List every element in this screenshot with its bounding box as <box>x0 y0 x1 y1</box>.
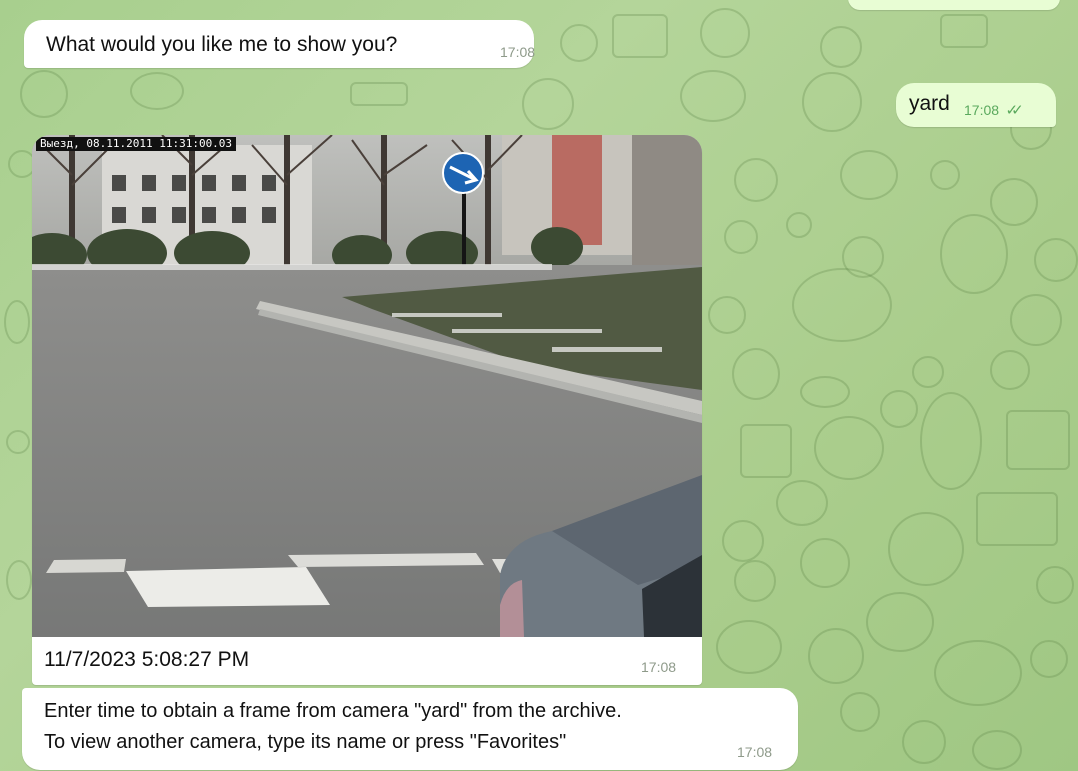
pattern-doodle <box>130 72 184 110</box>
message-time: 17:08 <box>641 659 677 675</box>
pattern-doodle <box>880 390 918 428</box>
pattern-doodle <box>902 720 946 764</box>
pattern-doodle <box>912 356 944 388</box>
pattern-doodle <box>708 296 746 334</box>
pattern-doodle <box>700 8 750 58</box>
message-text: Enter time to obtain a frame from camera… <box>44 696 622 758</box>
message-archive-instructions[interactable]: Enter time to obtain a frame from camera… <box>22 688 798 770</box>
camera-timestamp-overlay: Выезд, 08.11.2011 11:31:00.03 <box>36 137 237 151</box>
message-time: 17:08 <box>500 44 536 60</box>
pattern-doodle <box>722 520 764 562</box>
pattern-doodle <box>802 72 862 132</box>
pattern-doodle <box>20 70 68 118</box>
message-photo[interactable]: Выезд, 08.11.2011 11:31:00.03 11/7/2023 … <box>32 135 702 685</box>
pattern-doodle <box>522 78 574 130</box>
pattern-doodle <box>940 214 1008 294</box>
message-line: Enter time to obtain a frame from camera… <box>44 700 622 722</box>
pattern-doodle <box>866 592 934 652</box>
pattern-doodle <box>1036 566 1074 604</box>
pattern-doodle <box>1010 294 1062 346</box>
pattern-doodle <box>920 392 982 490</box>
pattern-doodle <box>840 692 880 732</box>
pattern-doodle <box>776 480 828 526</box>
pattern-doodle <box>4 300 30 344</box>
pattern-doodle <box>612 14 668 58</box>
pattern-doodle <box>814 416 884 480</box>
pattern-doodle <box>1030 640 1068 678</box>
pattern-doodle <box>1006 410 1070 470</box>
pattern-doodle <box>6 430 30 454</box>
pattern-doodle <box>680 70 746 122</box>
pattern-doodle <box>350 82 408 106</box>
pattern-doodle <box>820 26 862 68</box>
pattern-doodle <box>934 640 1022 706</box>
pattern-doodle <box>888 512 964 586</box>
pattern-doodle <box>560 24 598 62</box>
message-question[interactable]: What would you like me to show you? 17:0… <box>24 20 536 68</box>
pattern-doodle <box>800 376 850 408</box>
pattern-doodle <box>740 424 792 478</box>
pattern-doodle <box>940 14 988 48</box>
message-time: 17:08 <box>737 744 773 760</box>
message-text: yard <box>909 92 950 115</box>
pattern-doodle <box>842 236 884 278</box>
double-check-icon: ✓✓ <box>1005 102 1024 119</box>
message-bubble-cut[interactable] <box>848 0 1060 10</box>
pattern-doodle <box>734 158 778 202</box>
pattern-doodle <box>732 348 780 400</box>
pattern-doodle <box>792 268 892 342</box>
pattern-doodle <box>734 560 776 602</box>
pattern-doodle <box>6 560 32 600</box>
pattern-doodle <box>976 492 1058 546</box>
camera-snapshot-scene <box>32 135 702 637</box>
pattern-doodle <box>716 620 782 674</box>
photo-caption: 11/7/2023 5:08:27 PM <box>44 648 250 671</box>
pattern-doodle <box>800 538 850 588</box>
message-yard[interactable]: yard 17:08 ✓✓ <box>896 83 1056 127</box>
pattern-doodle <box>990 350 1030 390</box>
pattern-doodle <box>808 628 864 684</box>
camera-snapshot-image[interactable]: Выезд, 08.11.2011 11:31:00.03 <box>32 135 702 637</box>
pattern-doodle <box>840 150 898 200</box>
pattern-doodle <box>990 178 1038 226</box>
pattern-doodle <box>1034 238 1078 282</box>
pattern-doodle <box>972 730 1022 770</box>
pattern-doodle <box>786 212 812 238</box>
message-meta: 17:08 ✓✓ <box>964 101 1024 120</box>
pattern-doodle <box>724 220 758 254</box>
message-line: To view another camera, type its name or… <box>44 731 567 753</box>
message-time: 17:08 <box>964 102 1000 118</box>
pattern-doodle <box>930 160 960 190</box>
message-text: What would you like me to show you? <box>46 33 398 56</box>
